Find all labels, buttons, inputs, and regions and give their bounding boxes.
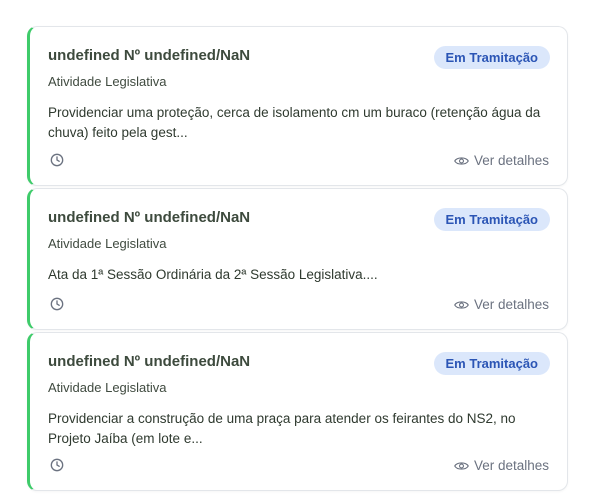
status-badge: Em Tramitação (433, 352, 550, 375)
card-title: undefined Nº undefined/NaN (48, 209, 251, 226)
clock-icon (50, 458, 64, 472)
card-title: undefined Nº undefined/NaN (48, 47, 251, 64)
view-details-link[interactable]: Ver detalhes (454, 458, 549, 473)
card-category: Atividade Legislativa (48, 380, 167, 395)
view-details-link[interactable]: Ver detalhes (454, 153, 549, 168)
view-details-label: Ver detalhes (473, 297, 549, 312)
eye-icon (454, 461, 469, 470)
eye-icon (454, 156, 469, 165)
status-badge: Em Tramitação (433, 208, 550, 231)
view-details-label: Ver detalhes (473, 153, 549, 168)
clock-icon (50, 153, 64, 167)
card-description: Ata da 1ª Sessão Ordinária da 2ª Sessão … (48, 267, 378, 282)
proposition-card[interactable]: undefined Nº undefined/NaN Em Tramitação… (27, 26, 568, 186)
card-category: Atividade Legislativa (48, 74, 167, 89)
card-description: Providenciar uma proteção, cerca de isol… (48, 105, 541, 140)
proposition-card[interactable]: undefined Nº undefined/NaN Em Tramitação… (27, 332, 568, 491)
proposition-list: undefined Nº undefined/NaN Em Tramitação… (27, 26, 568, 493)
proposition-card[interactable]: undefined Nº undefined/NaN Em Tramitação… (27, 188, 568, 330)
view-details-link[interactable]: Ver detalhes (454, 297, 549, 312)
eye-icon (454, 300, 469, 309)
clock-icon (50, 297, 64, 311)
card-description: Providenciar a construção de uma praça p… (48, 411, 516, 446)
view-details-label: Ver detalhes (473, 458, 549, 473)
status-badge: Em Tramitação (433, 46, 550, 69)
card-category: Atividade Legislativa (48, 236, 167, 251)
card-title: undefined Nº undefined/NaN (48, 353, 251, 370)
